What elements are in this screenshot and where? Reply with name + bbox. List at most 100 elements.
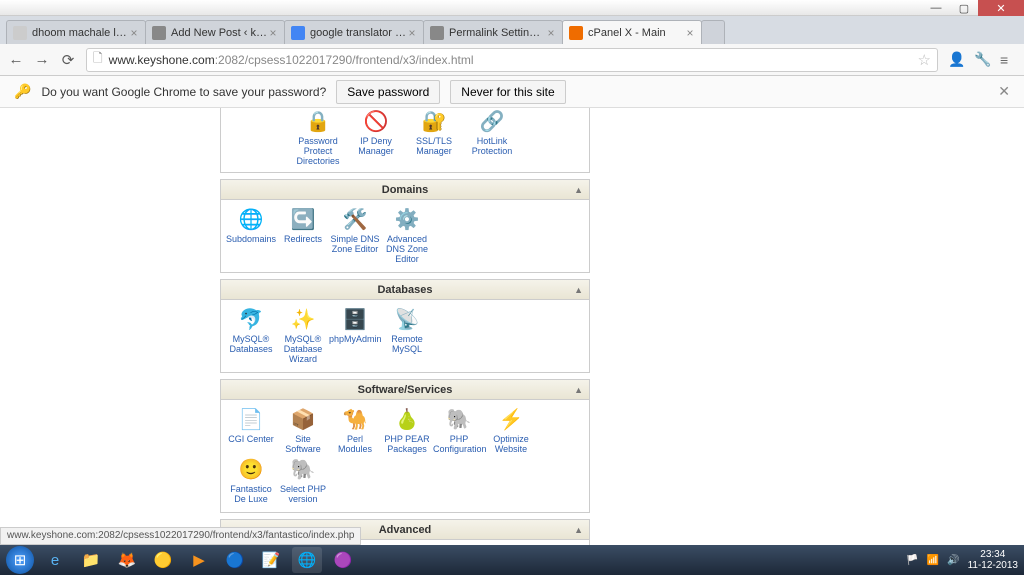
cpanel-item[interactable]: 📦Site Software [277, 406, 329, 454]
taskbar-media-icon[interactable]: ▶ [184, 547, 214, 573]
cpanel-item-label: Site Software [277, 434, 329, 454]
cpanel-section-body: 🌐Subdomains ↪️ Redirects🛠️Simple DNS Zone … [221, 200, 589, 272]
tab-favicon [152, 26, 166, 40]
tray-date: 11-12-2013 [968, 560, 1018, 571]
cpanel-item-label: CGI Center [225, 434, 277, 444]
cpanel-item[interactable]: 🐪Perl Modules [329, 406, 381, 454]
cpanel-item-icon: ✨ [287, 306, 319, 332]
cpanel-item-icon: ↪️ [287, 206, 319, 232]
cpanel-item-icon: 🐘 [287, 456, 319, 482]
tab-close-icon[interactable]: × [129, 26, 139, 40]
cpanel-item-label: Perl Modules [329, 434, 381, 454]
browser-tab[interactable]: Permalink Settings ‹ keysh× [423, 20, 563, 44]
taskbar-app4-icon[interactable]: 🟣 [328, 547, 358, 573]
window-minimize[interactable]: — [922, 0, 950, 16]
cpanel-item[interactable]: 🔗HotLink Protection [465, 108, 519, 166]
cpanel-item[interactable]: 🍐PHP PEAR Packages [381, 406, 433, 454]
cpanel-item-label: Redirects [277, 234, 329, 244]
taskbar-ie-icon[interactable]: e [40, 547, 70, 573]
cpanel-item-label: MySQL® Databases [225, 334, 277, 354]
taskbar-firefox-icon[interactable]: 🦊 [112, 547, 142, 573]
tray-flag-icon[interactable]: 🏳️ [906, 555, 918, 566]
address-bar[interactable]: 🗋 www.keyshone.com:2082/cpsess1022017290… [86, 48, 938, 72]
cpanel-item[interactable]: 🐘Select PHP version [277, 456, 329, 504]
cpanel-item[interactable]: 📄CGI Center [225, 406, 277, 454]
forward-button[interactable]: → [34, 52, 50, 68]
cpanel-item[interactable]: 🐬MySQL® Databases [225, 306, 277, 364]
cpanel-item[interactable]: 🔐SSL/TLS Manager [407, 108, 461, 166]
taskbar-app1-icon[interactable]: 🟡 [148, 547, 178, 573]
cpanel-item[interactable]: 🔒Password Protect Directories [291, 108, 345, 166]
taskbar-app2-icon[interactable]: 🔵 [220, 547, 250, 573]
tab-close-icon[interactable]: × [546, 26, 556, 40]
tab-close-icon[interactable]: × [407, 26, 417, 40]
cpanel-item[interactable]: 🚫IP Deny Manager [349, 108, 403, 166]
section-title: Advanced [379, 524, 432, 536]
tray-time: 23:34 [968, 549, 1018, 560]
cpanel-item[interactable]: ⚙️Advanced DNS Zone Editor [381, 206, 433, 264]
back-button[interactable]: ← [8, 52, 24, 68]
taskbar-explorer-icon[interactable]: 📁 [76, 547, 106, 573]
page-icon: 🗋 [93, 49, 103, 70]
cpanel-item[interactable]: 🌐Subdomains [225, 206, 277, 264]
cpanel-item-icon: 🔐 [418, 108, 450, 134]
browser-tab[interactable]: Add New Post ‹ keyshone× [145, 20, 285, 44]
taskbar-chrome-icon[interactable]: 🌐 [292, 547, 322, 573]
cpanel-item[interactable]: 🛠️Simple DNS Zone Editor [329, 206, 381, 264]
tray-network-icon[interactable]: 📶 [927, 555, 939, 566]
profile-icon[interactable]: 👤 [948, 51, 964, 68]
section-title: Software/Services [358, 384, 453, 396]
cpanel-item-icon: 🗄️ [339, 306, 371, 332]
cpanel-item[interactable]: 🐘PHP Configuration [433, 406, 485, 454]
browser-tab[interactable]: cPanel X - Main× [562, 20, 702, 44]
tray-volume-icon[interactable]: 🔊 [947, 555, 959, 566]
window-titlebar: — ▢ ✕ [0, 0, 1024, 16]
tab-title: cPanel X - Main [588, 27, 685, 39]
url-path: /cpsess1022017290/frontend/x3/index.html [245, 53, 474, 67]
cpanel-item-label: PHP Configuration [433, 434, 485, 454]
close-bar-icon[interactable]: ✕ [998, 83, 1010, 100]
never-for-site-button[interactable]: Never for this site [450, 80, 565, 104]
bookmark-star-icon[interactable]: ☆ [918, 51, 931, 69]
cpanel-item-icon: 🐬 [235, 306, 267, 332]
cpanel-item[interactable]: 📡Remote MySQL [381, 306, 433, 364]
menu-icon[interactable]: ≡ [1000, 52, 1016, 68]
cpanel-item-icon: 🌐 [235, 206, 267, 232]
cpanel-item-label: HotLink Protection [465, 136, 519, 156]
window-maximize[interactable]: ▢ [950, 0, 978, 16]
cpanel-item[interactable]: 🗄️ phpMyAdmin [329, 306, 381, 364]
cpanel-item[interactable]: ⚡Optimize Website [485, 406, 537, 454]
cpanel-item-icon: 📦 [287, 406, 319, 432]
start-button[interactable]: ⊞ [6, 546, 34, 574]
page-content: 🔒Password Protect Directories🚫IP Deny Ma… [0, 108, 1024, 545]
cpanel-item-label: Optimize Website [485, 434, 537, 454]
cpanel-section-body: 📄CGI Center📦Site Software🐪Perl Modules🍐P… [221, 400, 589, 512]
cpanel-item-label: phpMyAdmin [329, 334, 381, 344]
reload-button[interactable]: ⟳ [60, 52, 76, 68]
tab-close-icon[interactable]: × [685, 26, 695, 40]
cpanel-section: Databases▲🐬MySQL® Databases✨MySQL® Datab… [220, 279, 590, 373]
browser-tab[interactable]: dhoom machale lyrics,de× [6, 20, 146, 44]
cpanel-item-label: Select PHP version [277, 484, 329, 504]
cpanel-item-icon: 🔒 [302, 108, 334, 134]
cpanel-item-icon: 🚫 [360, 108, 392, 134]
cpanel-section-header[interactable]: Domains▲ [221, 180, 589, 200]
tab-title: Add New Post ‹ keyshone [171, 27, 268, 39]
browser-tab[interactable]: google translator - Googl× [284, 20, 424, 44]
wrench-icon[interactable]: 🔧 [974, 51, 990, 68]
window-close[interactable]: ✕ [978, 0, 1024, 16]
tab-title: Permalink Settings ‹ keysh [449, 27, 546, 39]
cpanel-item[interactable]: 🙂Fantastico De Luxe [225, 456, 277, 504]
cpanel-section-header[interactable]: Databases▲ [221, 280, 589, 300]
cpanel-section-header[interactable]: Software/Services▲ [221, 380, 589, 400]
tray-clock[interactable]: 23:34 11-12-2013 [968, 549, 1018, 571]
new-tab-button[interactable] [701, 20, 725, 44]
tab-close-icon[interactable]: × [268, 26, 278, 40]
cpanel-item[interactable]: ✨MySQL® Database Wizard [277, 306, 329, 364]
section-title: Databases [377, 284, 432, 296]
tab-title: google translator - Googl [310, 27, 407, 39]
cpanel-item[interactable]: ↪️ Redirects [277, 206, 329, 264]
taskbar-app3-icon[interactable]: 📝 [256, 547, 286, 573]
save-password-button[interactable]: Save password [336, 80, 440, 104]
cpanel-item-label: PHP PEAR Packages [381, 434, 433, 454]
